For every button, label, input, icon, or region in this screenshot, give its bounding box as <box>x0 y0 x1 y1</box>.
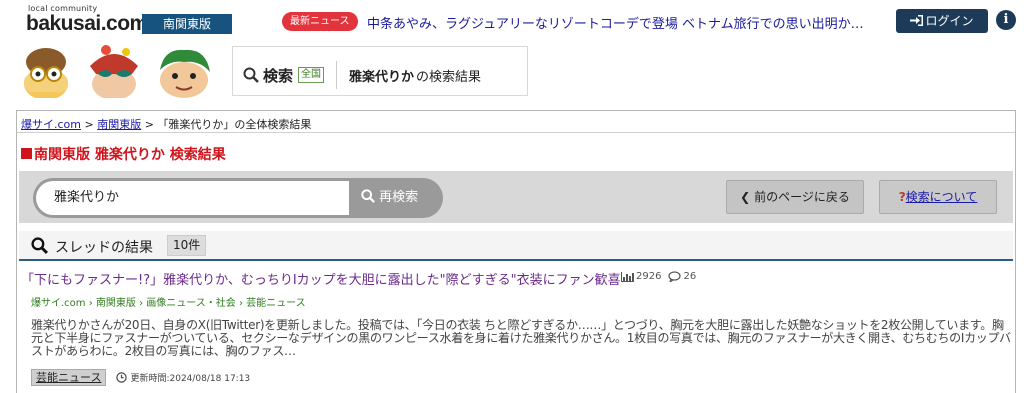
breadcrumb-link-home[interactable]: 爆サイ.com <box>21 118 81 131</box>
breadcrumb-separator: > <box>144 118 158 131</box>
breadcrumb: 爆サイ.com > 南関東版 > 「雅楽代りか」の全体検索結果 <box>21 116 311 132</box>
search-icon <box>243 67 259 83</box>
search-input[interactable]: 雅楽代りか <box>33 178 351 218</box>
login-label: ログイン <box>925 14 974 28</box>
view-count: 2926 <box>636 271 662 282</box>
mascot-center <box>90 45 138 98</box>
thread-crumb-item[interactable]: 画像ニュース・社会 <box>146 298 236 309</box>
page-title: 南関東版 雅楽代りか 検索結果 <box>21 144 226 164</box>
mascot-left <box>24 48 68 98</box>
thread-stats: 2926 26 <box>621 271 696 282</box>
thread-breadcrumb: 爆サイ.com › 南関東版 › 画像ニュース・社会 › 芸能ニュース <box>31 298 306 309</box>
mascot-characters-illustration <box>24 45 210 98</box>
breadcrumb-link-region[interactable]: 南関東版 <box>97 118 141 131</box>
latest-news-badge: 最新ニュース <box>282 12 358 31</box>
thread-meta: 芸能ニュース 更新時間:2024/08/18 17:13 <box>31 369 250 386</box>
comment-icon <box>668 271 682 282</box>
page-title-text: 南関東版 雅楽代りか 検索結果 <box>34 147 226 163</box>
search-help-button[interactable]: ?検索について <box>879 180 997 214</box>
breadcrumb-current: 「雅楽代りか」の全体検索結果 <box>157 118 312 131</box>
logo-tld: .com <box>100 12 149 35</box>
chevron-left-icon: ❮ <box>740 190 751 204</box>
research-button[interactable]: 再検索 <box>349 178 443 218</box>
clock-icon <box>116 372 128 383</box>
search-scope-badge: 全国 <box>298 67 325 83</box>
thread-crumb-item[interactable]: 南関東版 <box>96 298 136 309</box>
logo-name: bakusai <box>26 12 101 35</box>
login-icon <box>910 15 924 26</box>
research-button-label: 再検索 <box>379 190 419 205</box>
thread-results-header: スレッドの結果 10件 <box>19 231 1013 261</box>
prev-page-button[interactable]: ❮ 前のページに戻る <box>726 180 864 214</box>
news-headline-link[interactable]: 中条あやみ、ラグジュアリーなリゾートコーデで登場 ベトナム旅行での思い出明か… <box>367 13 877 32</box>
thread-crumb-item[interactable]: 芸能ニュース <box>246 298 306 309</box>
thread-title-link[interactable]: 「下にもファスナー!?」雅楽代りか、むっちりIカップを大胆に露出した"際どすぎる… <box>21 269 621 288</box>
question-icon: ? <box>898 190 906 204</box>
search-icon <box>31 237 48 254</box>
thread-count-badge: 10件 <box>167 235 207 256</box>
search-query-text: 雅楽代りか <box>349 69 415 85</box>
search-title-box: 検索 全国 雅楽代りか の検索結果 <box>232 46 528 96</box>
mascot-right <box>160 49 210 98</box>
search-form-band: 雅楽代りか 再検索 ❮ 前のページに戻る ?検索について <box>19 171 1013 223</box>
search-results-panel: 爆サイ.com > 南関東版 > 「雅楽代りか」の全体検索結果 南関東版 雅楽代… <box>16 110 1016 393</box>
updated-timestamp: 更新時間:2024/08/18 17:13 <box>130 374 251 384</box>
info-icon[interactable]: i <box>996 10 1016 30</box>
search-help-label: 検索について <box>905 190 978 204</box>
divider <box>336 61 338 89</box>
search-query-suffix: の検索結果 <box>416 69 482 85</box>
search-title-label: 検索 <box>263 66 294 85</box>
bar-chart-icon <box>621 271 634 282</box>
thread-results-label: スレッドの結果 <box>55 240 153 256</box>
thread-excerpt: 雅楽代りかさんが20日、自身のX(旧Twitter)を更新しました。投稿では、「… <box>31 318 1011 358</box>
thread-crumb-item[interactable]: 爆サイ.com <box>31 298 86 309</box>
heading-marker <box>21 148 32 159</box>
login-button[interactable]: ログイン <box>896 9 988 33</box>
comment-count: 26 <box>683 271 697 282</box>
breadcrumb-separator: > <box>84 118 98 131</box>
prev-page-label: 前のページに戻る <box>754 190 850 204</box>
site-header: local community bakusai.com 南関東版 最新ニュース … <box>0 0 1024 40</box>
divider <box>17 132 1015 133</box>
category-tag[interactable]: 芸能ニュース <box>31 369 107 386</box>
region-badge[interactable]: 南関東版 <box>142 14 232 34</box>
search-icon <box>361 189 375 203</box>
site-logo[interactable]: bakusai.com <box>26 12 148 36</box>
